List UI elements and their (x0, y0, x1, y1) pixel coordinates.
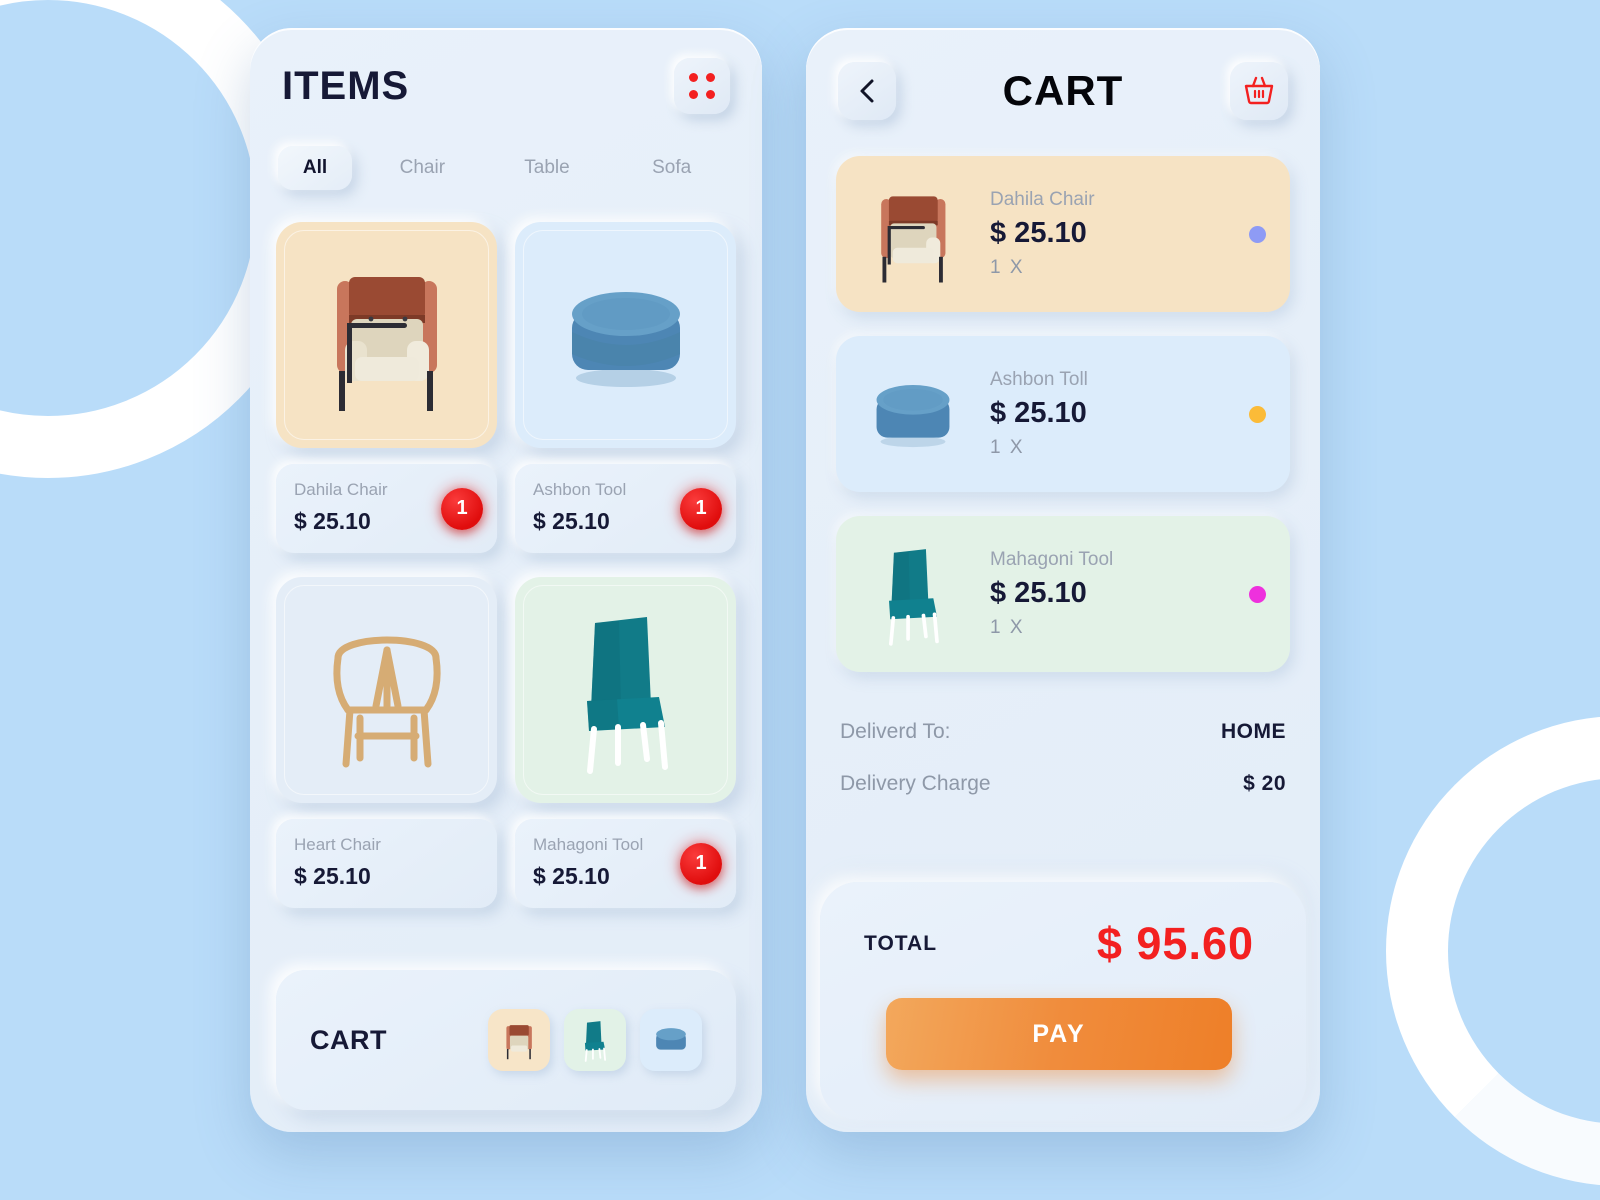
delivery-info: Deliverd To: HOME Delivery Charge $ 20 (806, 696, 1320, 810)
total-card: TOTAL $ 95.60 PAY (820, 882, 1306, 1120)
cart-thumb-armchair[interactable] (488, 1009, 550, 1071)
cart-item-image-armchair (854, 175, 972, 293)
cart-item-details: Ashbon Toll $ 25.10 1 X (972, 369, 1249, 459)
product-price: $ 25.10 (294, 863, 371, 889)
teal-chair-illustration (889, 549, 939, 646)
cart-thumb-ottoman[interactable] (640, 1009, 702, 1071)
delivery-charge-row: Delivery Charge $ 20 (840, 758, 1286, 810)
product-info: Dahila Chair $ 25.10 1 (276, 464, 497, 553)
tab-all[interactable]: All (278, 146, 352, 190)
cart-item-quantity: 1 X (990, 257, 1025, 278)
page-title: ITEMS (282, 63, 410, 108)
pay-button[interactable]: PAY (886, 998, 1232, 1070)
back-button[interactable] (838, 62, 896, 120)
product-image-armchair[interactable] (276, 222, 497, 448)
armchair-illustration (337, 276, 437, 411)
ottoman-icon (656, 1028, 686, 1050)
cart-item-image-teal-chair (854, 535, 972, 653)
delivery-charge-value: $ 20 (1243, 772, 1286, 795)
cart-item-row[interactable]: Mahagoni Tool $ 25.10 1 X (836, 516, 1290, 672)
product-image-wishbone-chair[interactable] (276, 577, 497, 803)
grid-dot (705, 89, 715, 99)
total-row: TOTAL $ 95.60 (864, 918, 1254, 970)
cart-item-price: $ 25.10 (990, 217, 1087, 249)
grid-dot (705, 73, 715, 82)
ottoman-illustration (876, 384, 950, 448)
delivered-to-label: Deliverd To: (840, 720, 951, 743)
product-info: Mahagoni Tool $ 25.10 1 (515, 819, 736, 908)
cart-thumbnail-list (488, 1009, 702, 1071)
wishbone-chair-illustration (333, 636, 440, 768)
items-header: ITEMS (250, 28, 762, 114)
cart-item-details: Dahila Chair $ 25.10 1 X (972, 189, 1249, 279)
product-image-ottoman[interactable] (515, 222, 736, 448)
cart-item-quantity: 1 X (990, 437, 1025, 458)
grid-dot (689, 73, 698, 82)
product-column-left: Dahila Chair $ 25.10 1 Heart Chair $ 25.… (276, 222, 497, 908)
basket-button[interactable] (1230, 62, 1288, 120)
cart-item-name: Ashbon Toll (990, 369, 1088, 390)
cart-strip[interactable]: CART (276, 970, 736, 1110)
background-ring-right (1386, 716, 1600, 1186)
grid-dots-icon[interactable] (674, 58, 730, 114)
teal-chair-icon (584, 1021, 606, 1062)
cart-item-price: $ 25.10 (990, 397, 1087, 429)
cart-header: CART (806, 28, 1320, 120)
ottoman-illustration (571, 292, 680, 387)
product-grid: Dahila Chair $ 25.10 1 Heart Chair $ 25.… (250, 190, 762, 908)
product-info: Ashbon Tool $ 25.10 1 (515, 464, 736, 553)
cart-item-name: Mahagoni Tool (990, 549, 1114, 570)
product-quantity-badge[interactable]: 1 (680, 487, 722, 530)
cart-thumb-teal-chair[interactable] (564, 1009, 626, 1071)
cart-item-quantity: 1 X (990, 617, 1025, 638)
chevron-left-icon (860, 79, 874, 103)
cart-item-list: Dahila Chair $ 25.10 1 X Ashbon Toll $ 2… (806, 120, 1320, 672)
tab-sofa[interactable]: Sofa (609, 146, 734, 190)
grid-dot (689, 89, 698, 99)
cart-item-color-dot[interactable] (1249, 405, 1266, 423)
product-card[interactable]: Mahagoni Tool $ 25.10 1 (515, 577, 736, 908)
items-panel: ITEMS All Chair Table Sofa Dahila Chair … (250, 28, 762, 1132)
cart-item-image-ottoman (854, 355, 972, 473)
product-quantity-badge[interactable]: 1 (680, 842, 722, 885)
product-quantity-badge[interactable]: 1 (441, 487, 483, 530)
product-image-teal-chair[interactable] (515, 577, 736, 803)
cart-title: CART (1002, 67, 1124, 114)
cart-item-color-dot[interactable] (1249, 585, 1266, 603)
teal-chair-illustration (586, 617, 668, 774)
product-card[interactable]: Ashbon Tool $ 25.10 1 (515, 222, 736, 553)
cart-item-price: $ 25.10 (990, 577, 1087, 609)
tab-chair[interactable]: Chair (360, 146, 485, 190)
cart-strip-label: CART (310, 1024, 387, 1055)
shopping-basket-icon (1244, 76, 1274, 105)
armchair-illustration (881, 196, 946, 283)
category-tabs: All Chair Table Sofa (278, 146, 734, 190)
cart-item-color-dot[interactable] (1249, 225, 1266, 243)
cart-item-details: Mahagoni Tool $ 25.10 1 X (972, 549, 1249, 639)
product-name: Heart Chair (294, 835, 381, 854)
product-info: Heart Chair $ 25.10 (276, 819, 497, 908)
delivered-to-row: Deliverd To: HOME (840, 706, 1286, 758)
cart-panel: CART Dahila Chair $ 25.10 1 X Ashbon Tol… (806, 28, 1320, 1132)
total-label: TOTAL (864, 932, 938, 955)
cart-item-row[interactable]: Dahila Chair $ 25.10 1 X (836, 156, 1290, 312)
product-card[interactable]: Heart Chair $ 25.10 (276, 577, 497, 908)
armchair-icon (506, 1025, 532, 1060)
cart-item-name: Dahila Chair (990, 189, 1095, 210)
cart-item-row[interactable]: Ashbon Toll $ 25.10 1 X (836, 336, 1290, 492)
delivery-charge-label: Delivery Charge (840, 772, 991, 795)
delivered-to-value[interactable]: HOME (1221, 720, 1286, 744)
total-value: $ 95.60 (1096, 918, 1254, 969)
product-column-right: Ashbon Tool $ 25.10 1 Mahagoni Tool $ 25… (515, 222, 736, 908)
tab-table[interactable]: Table (485, 146, 610, 190)
product-card[interactable]: Dahila Chair $ 25.10 1 (276, 222, 497, 553)
